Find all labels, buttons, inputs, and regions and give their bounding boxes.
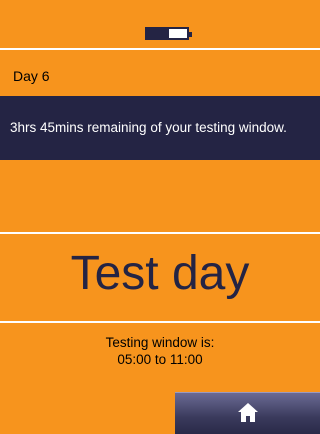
testing-window-info: Testing window is: 05:00 to 11:00	[0, 334, 320, 368]
battery-tip	[189, 32, 192, 37]
home-button[interactable]	[175, 392, 320, 434]
testing-window-label: Testing window is:	[105, 335, 215, 350]
testing-window-times: 05:00 to 11:00	[117, 352, 203, 367]
remaining-time-banner: 3hrs 45mins remaining of your testing wi…	[0, 96, 320, 160]
remaining-time-text: 3hrs 45mins remaining of your testing wi…	[10, 120, 287, 135]
battery-icon	[145, 27, 192, 40]
battery-fill	[147, 29, 169, 38]
divider-bottom	[0, 321, 320, 323]
top-bar	[0, 0, 320, 50]
divider-top	[0, 232, 320, 234]
day-label: Day 6	[13, 68, 50, 84]
home-icon	[238, 403, 258, 422]
page-title: Test day	[70, 247, 250, 300]
